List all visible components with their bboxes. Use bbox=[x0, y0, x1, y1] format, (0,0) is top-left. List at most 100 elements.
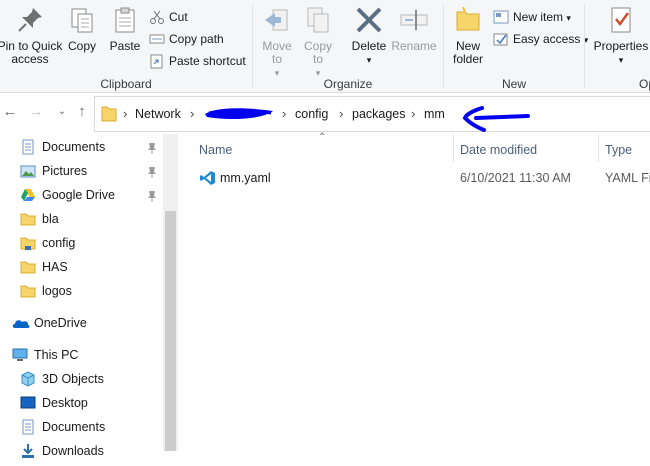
address-bar[interactable]: › Network › › config › packages › mm bbox=[94, 96, 650, 132]
paste-shortcut-label: Paste shortcut bbox=[169, 54, 246, 68]
computer-icon bbox=[12, 347, 28, 363]
properties-label: Properties bbox=[593, 39, 649, 53]
sort-ascending-icon: ⌃ bbox=[318, 132, 327, 143]
column-header-date-modified[interactable]: Date modified bbox=[460, 140, 537, 160]
new-folder-button[interactable]: New folder bbox=[448, 4, 488, 66]
pin-icon[interactable] bbox=[146, 164, 158, 178]
properties-button[interactable]: Properties ▾ bbox=[591, 4, 650, 67]
sidebar-item-desktop[interactable]: Desktop bbox=[0, 392, 162, 414]
new-folder-icon bbox=[452, 4, 484, 36]
new-item-icon bbox=[493, 9, 509, 25]
sidebar-item-label: Pictures bbox=[42, 164, 88, 178]
organize-group-label: Organize bbox=[323, 77, 373, 91]
folder-icon bbox=[101, 105, 117, 126]
delete-label: Delete bbox=[351, 39, 387, 53]
breadcrumb-network[interactable]: Network bbox=[135, 97, 181, 131]
paste-shortcut-icon bbox=[149, 53, 165, 69]
recent-locations-chevron-icon[interactable]: ⌄ bbox=[52, 102, 72, 122]
scissors-icon bbox=[149, 9, 165, 25]
sidebar-item-bla[interactable]: bla bbox=[0, 208, 162, 230]
sidebar-item-documents-pc[interactable]: Documents bbox=[0, 416, 162, 438]
documents-icon bbox=[20, 139, 36, 155]
forward-arrow-icon[interactable]: → bbox=[26, 102, 46, 122]
pin-to-quick-access-button[interactable]: Pin to Quick access bbox=[0, 4, 64, 66]
annotation-arrow bbox=[462, 106, 532, 135]
cut-label: Cut bbox=[169, 10, 188, 24]
sidebar-item-this-pc[interactable]: This PC bbox=[0, 344, 162, 366]
new-item-label: New item bbox=[513, 10, 564, 24]
pin-icon[interactable] bbox=[146, 188, 158, 202]
paste-label: Paste bbox=[109, 39, 141, 53]
breadcrumb-chevron-icon: › bbox=[190, 106, 195, 121]
move-to-button[interactable]: Move to ▾ bbox=[259, 4, 295, 80]
up-arrow-icon[interactable]: ↑ bbox=[72, 102, 92, 122]
breadcrumb-packages[interactable]: packages bbox=[352, 97, 406, 131]
back-arrow-icon[interactable]: ← bbox=[0, 102, 20, 122]
open-group: Properties▾ Op bbox=[585, 0, 650, 92]
sidebar-item-label: 3D Objects bbox=[42, 372, 104, 386]
breadcrumb-config[interactable]: config bbox=[295, 97, 328, 131]
sidebar-item-google-drive[interactable]: Google Drive bbox=[0, 184, 162, 206]
file-date-modified: 6/10/2021 11:30 AM bbox=[460, 171, 571, 185]
sidebar-item-label: This PC bbox=[34, 348, 79, 362]
copy-to-button[interactable]: Copy to ▾ bbox=[300, 4, 336, 80]
sidebar-item-has[interactable]: HAS bbox=[0, 256, 162, 278]
new-group: New folder New item ▾ Easy access ▾ New bbox=[444, 0, 588, 92]
clipboard-group-label: Clipboard bbox=[100, 77, 152, 91]
breadcrumb-chevron-icon: › bbox=[411, 106, 416, 121]
copy-to-icon bbox=[302, 4, 334, 36]
copy-path-button[interactable]: Copy path bbox=[147, 29, 224, 49]
column-header-name[interactable]: Name bbox=[199, 140, 232, 160]
copy-label: Copy bbox=[67, 39, 96, 53]
sidebar-item-documents[interactable]: Documents bbox=[0, 136, 162, 158]
sidebar-item-config[interactable]: config bbox=[0, 232, 162, 254]
column-header-type[interactable]: Type bbox=[605, 140, 632, 160]
cut-button[interactable]: Cut bbox=[147, 7, 188, 27]
folder-icon bbox=[20, 283, 36, 299]
delete-icon bbox=[353, 4, 385, 36]
onedrive-cloud-icon bbox=[12, 315, 30, 331]
rename-button[interactable]: Rename bbox=[391, 4, 437, 53]
paste-shortcut-button[interactable]: Paste shortcut bbox=[147, 51, 246, 71]
easy-access-button[interactable]: Easy access ▾ bbox=[491, 29, 588, 49]
pin-icon[interactable] bbox=[146, 140, 158, 154]
clipboard-group: Pin to Quick access Copy Paste Cut Copy … bbox=[0, 0, 252, 92]
sidebar-item-downloads[interactable]: Downloads bbox=[0, 440, 162, 462]
sidebar-item-pictures[interactable]: Pictures bbox=[0, 160, 162, 182]
sidebar-item-3d-objects[interactable]: 3D Objects bbox=[0, 368, 162, 390]
file-row[interactable]: mm.yaml 6/10/2021 11:30 AM YAML Fil bbox=[195, 167, 650, 189]
sidebar-item-label: Downloads bbox=[42, 444, 104, 458]
column-divider[interactable] bbox=[598, 134, 599, 162]
new-group-label: New bbox=[501, 77, 526, 91]
pictures-icon bbox=[20, 163, 36, 179]
rename-icon bbox=[398, 4, 430, 36]
delete-button[interactable]: Delete ▾ bbox=[349, 4, 389, 67]
copy-path-label: Copy path bbox=[169, 32, 224, 46]
ribbon: Pin to Quick access Copy Paste Cut Copy … bbox=[0, 0, 650, 93]
breadcrumb-chevron-icon: › bbox=[339, 106, 344, 121]
sidebar-item-onedrive[interactable]: OneDrive bbox=[0, 312, 162, 334]
sidebar-item-label: Documents bbox=[42, 420, 106, 434]
breadcrumb-mm[interactable]: mm bbox=[424, 97, 445, 131]
column-divider[interactable] bbox=[453, 134, 454, 162]
properties-icon bbox=[605, 4, 637, 36]
sidebar-item-logos[interactable]: logos bbox=[0, 280, 162, 302]
sidebar-item-label: HAS bbox=[42, 260, 68, 274]
sidebar-item-label: Google Drive bbox=[42, 188, 115, 202]
new-item-button[interactable]: New item ▾ bbox=[491, 7, 571, 27]
breadcrumb-chevron-icon: › bbox=[123, 106, 128, 121]
file-name: mm.yaml bbox=[220, 171, 271, 185]
sidebar-item-label: Desktop bbox=[42, 396, 88, 410]
documents-icon bbox=[20, 419, 36, 435]
new-folder-label: New folder bbox=[452, 39, 484, 66]
sidebar-scrollbar-thumb[interactable] bbox=[165, 211, 176, 451]
navigation-pane: Documents Pictures Google Drive bla conf… bbox=[0, 134, 178, 458]
paste-button[interactable]: Paste bbox=[106, 4, 144, 53]
pin-icon bbox=[14, 4, 46, 36]
copy-button[interactable]: Copy bbox=[64, 4, 100, 53]
sidebar-item-label: config bbox=[42, 236, 76, 250]
folder-icon bbox=[20, 259, 36, 275]
file-type: YAML Fil bbox=[605, 171, 650, 185]
sidebar-item-label: Documents bbox=[42, 140, 106, 154]
breadcrumb-chevron-icon: › bbox=[282, 106, 287, 121]
